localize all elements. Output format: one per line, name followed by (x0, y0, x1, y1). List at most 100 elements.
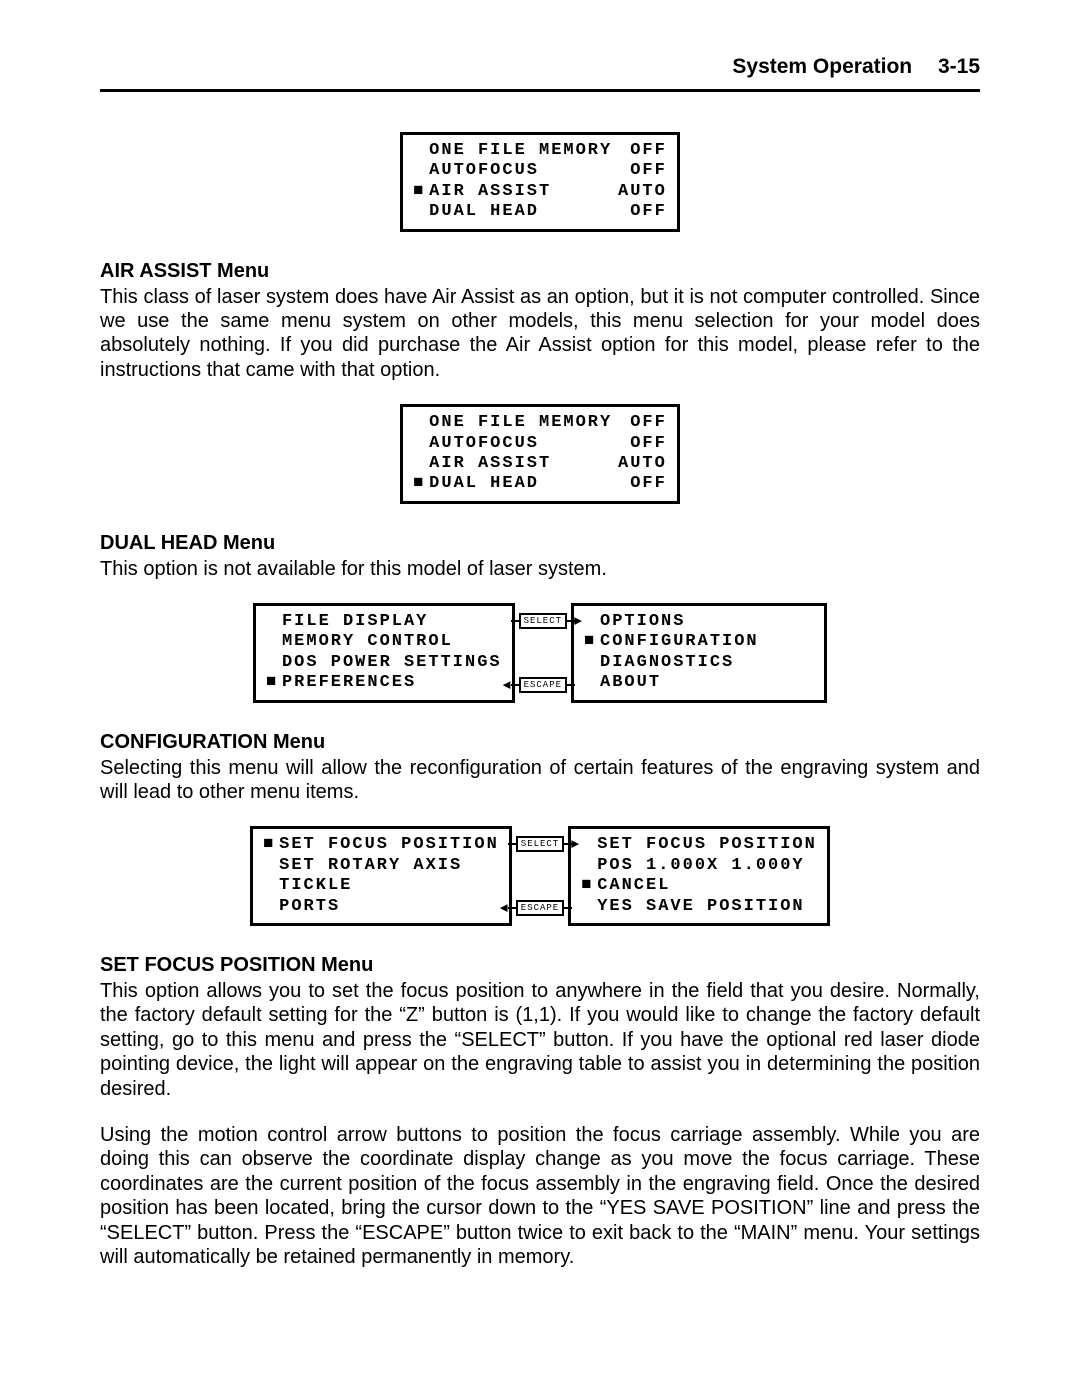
row-value: OFF (630, 202, 667, 222)
row-marker: ■ (584, 632, 594, 652)
button-column: SELECT ▶ ESCAPE ◀ (519, 613, 567, 693)
lcd-dual-head-wrap: ONE FILE MEMORY OFF AUTOFOCUS OFF AIR AS… (100, 404, 980, 504)
lcd-focus-right: SET FOCUS POSITION POS 1.000X 1.000Y ■ CA… (568, 826, 830, 926)
row-label: AIR ASSIST (429, 454, 551, 474)
lcd-row: ■ CANCEL (581, 876, 817, 896)
lcd-dual-head: ONE FILE MEMORY OFF AUTOFOCUS OFF AIR AS… (400, 404, 680, 504)
page-number: 3-15 (938, 55, 980, 78)
lcd-row: ABOUT (584, 673, 814, 693)
arrow-right-icon: ▶ (571, 837, 580, 852)
lcd-row: ■ PREFERENCES (266, 673, 502, 693)
row-marker: ■ (413, 474, 423, 494)
lcd-config-left: FILE DISPLAY MEMORY CONTROL DOS POWER SE… (253, 603, 515, 703)
escape-button-label: ESCAPE (524, 680, 562, 690)
row-marker: ■ (413, 182, 423, 202)
row-label: DOS POWER SETTINGS (282, 653, 502, 673)
row-label: SET FOCUS POSITION (597, 835, 817, 855)
row-label: MEMORY CONTROL (282, 632, 453, 652)
lcd-row: POS 1.000X 1.000Y (581, 856, 817, 876)
lcd-row: AUTOFOCUS OFF (413, 161, 667, 181)
select-button-label: SELECT (521, 839, 559, 849)
lcd-row: ■ CONFIGURATION (584, 632, 814, 652)
page: System Operation 3-15 ONE FILE MEMORY OF… (0, 0, 1080, 1397)
lcd-row: ONE FILE MEMORY OFF (413, 141, 667, 161)
select-button[interactable]: SELECT ▶ (516, 836, 564, 852)
row-value: OFF (630, 161, 667, 181)
header-rule (100, 89, 980, 92)
row-label: CANCEL (597, 876, 670, 896)
escape-button[interactable]: ESCAPE ◀ (516, 900, 564, 916)
row-label: DUAL HEAD (429, 474, 539, 494)
lcd-focus-left: ■ SET FOCUS POSITION SET ROTARY AXIS TICK… (250, 826, 512, 926)
lcd-air-assist-wrap: ONE FILE MEMORY OFF AUTOFOCUS OFF ■ AIR A… (100, 132, 980, 232)
row-label: PREFERENCES (282, 673, 416, 693)
row-label: ONE FILE MEMORY (429, 413, 612, 433)
row-label: ONE FILE MEMORY (429, 141, 612, 161)
header-title: System Operation (732, 55, 912, 78)
row-value: OFF (630, 434, 667, 454)
text-set-focus-1: This option allows you to set the focus … (100, 979, 980, 1101)
lcd-row: PORTS (263, 897, 499, 917)
text-set-focus-2: Using the motion control arrow buttons t… (100, 1123, 980, 1269)
lcd-row: AIR ASSIST AUTO (413, 454, 667, 474)
text-air-assist: This class of laser system does have Air… (100, 285, 980, 383)
row-label: PORTS (279, 897, 340, 917)
select-button-label: SELECT (524, 616, 562, 626)
row-value: OFF (630, 141, 667, 161)
row-value: OFF (630, 474, 667, 494)
row-label: TICKLE (279, 876, 352, 896)
row-marker: ■ (581, 876, 591, 896)
row-label: OPTIONS (600, 612, 685, 632)
row-label: ABOUT (600, 673, 661, 693)
row-value: AUTO (618, 454, 667, 474)
lcd-row: YES SAVE POSITION (581, 897, 817, 917)
lcd-row: SET ROTARY AXIS (263, 856, 499, 876)
escape-button-label: ESCAPE (521, 903, 559, 913)
lcd-row: DOS POWER SETTINGS (266, 653, 502, 673)
row-label: DUAL HEAD (429, 202, 539, 222)
row-value: AUTO (618, 182, 667, 202)
lcd-air-assist: ONE FILE MEMORY OFF AUTOFOCUS OFF ■ AIR A… (400, 132, 680, 232)
row-marker: ■ (263, 835, 273, 855)
heading-dual-head: DUAL HEAD Menu (100, 532, 980, 555)
arrow-right-icon: ▶ (574, 613, 583, 628)
lcd-row: ONE FILE MEMORY OFF (413, 413, 667, 433)
text-dual-head: This option is not available for this mo… (100, 557, 980, 581)
row-label: AUTOFOCUS (429, 434, 539, 454)
row-label: SET ROTARY AXIS (279, 856, 462, 876)
lcd-row: TICKLE (263, 876, 499, 896)
lcd-row: ■ AIR ASSIST AUTO (413, 182, 667, 202)
button-column: SELECT ▶ ESCAPE ◀ (516, 836, 564, 916)
row-label: YES SAVE POSITION (597, 897, 804, 917)
escape-button[interactable]: ESCAPE ◀ (519, 677, 567, 693)
select-button[interactable]: SELECT ▶ (519, 613, 567, 629)
lcd-row: DIAGNOSTICS (584, 653, 814, 673)
lcd-row: FILE DISPLAY (266, 612, 502, 632)
lcd-focus-pair: ■ SET FOCUS POSITION SET ROTARY AXIS TICK… (100, 826, 980, 926)
heading-air-assist: AIR ASSIST Menu (100, 260, 980, 283)
page-header: System Operation 3-15 (100, 55, 980, 79)
row-label: CONFIGURATION (600, 632, 759, 652)
row-label: FILE DISPLAY (282, 612, 428, 632)
row-label: AIR ASSIST (429, 182, 551, 202)
row-label: DIAGNOSTICS (600, 653, 734, 673)
row-marker: ■ (266, 673, 276, 693)
lcd-row: ■ SET FOCUS POSITION (263, 835, 499, 855)
row-label: SET FOCUS POSITION (279, 835, 499, 855)
row-value: OFF (630, 413, 667, 433)
lcd-row: DUAL HEAD OFF (413, 202, 667, 222)
arrow-left-icon: ◀ (500, 901, 509, 916)
heading-configuration: CONFIGURATION Menu (100, 731, 980, 754)
lcd-row: OPTIONS (584, 612, 814, 632)
heading-set-focus: SET FOCUS POSITION Menu (100, 954, 980, 977)
lcd-config-right: OPTIONS ■ CONFIGURATION DIAGNOSTICS ABOUT (571, 603, 827, 703)
lcd-row: MEMORY CONTROL (266, 632, 502, 652)
row-label: AUTOFOCUS (429, 161, 539, 181)
lcd-row: AUTOFOCUS OFF (413, 434, 667, 454)
lcd-row: ■ DUAL HEAD OFF (413, 474, 667, 494)
lcd-config-pair: FILE DISPLAY MEMORY CONTROL DOS POWER SE… (100, 603, 980, 703)
lcd-row: SET FOCUS POSITION (581, 835, 817, 855)
arrow-left-icon: ◀ (503, 677, 512, 692)
row-label: POS 1.000X 1.000Y (597, 856, 804, 876)
text-configuration: Selecting this menu will allow the recon… (100, 756, 980, 805)
